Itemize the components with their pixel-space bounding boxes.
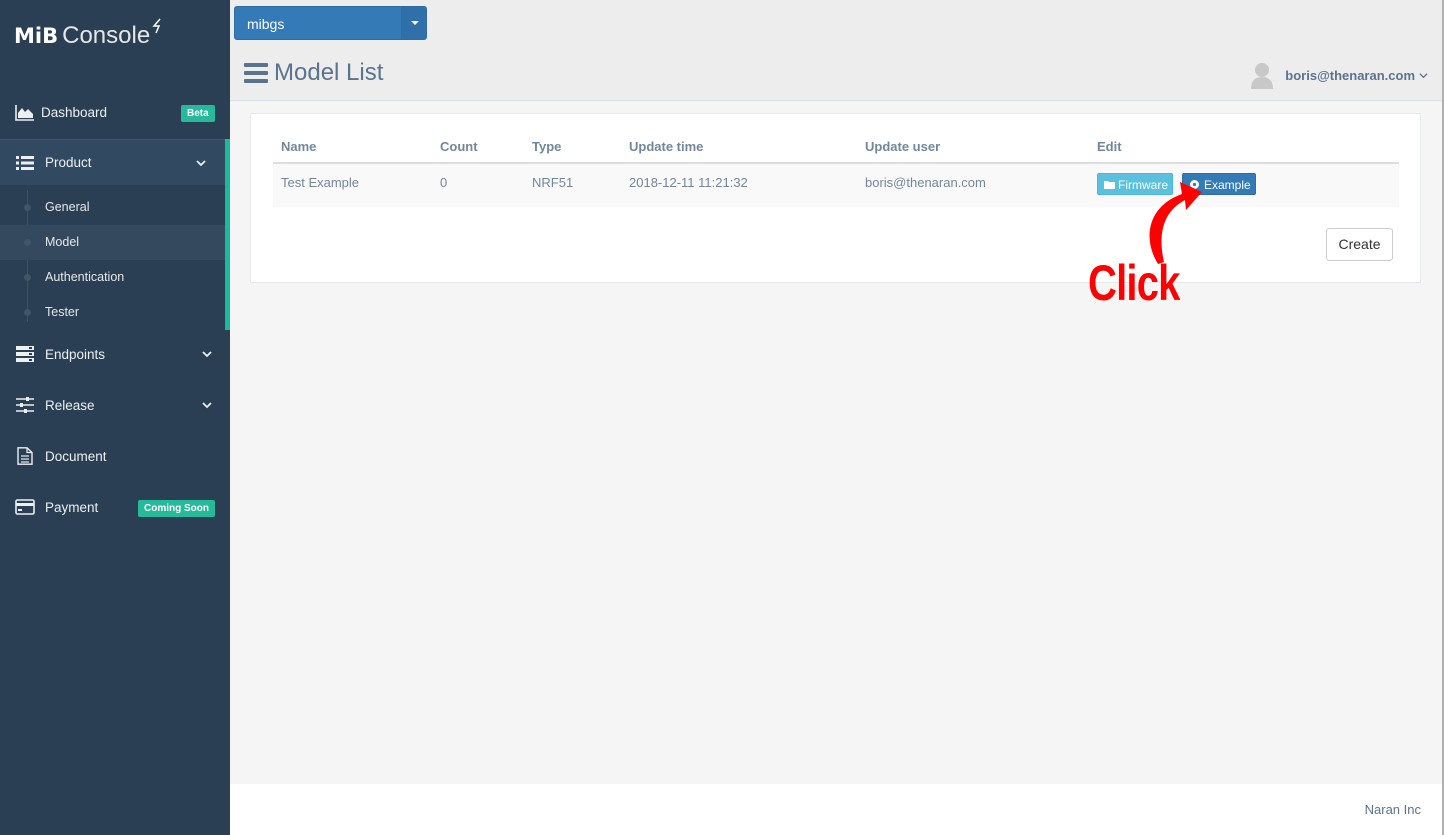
- page-title: Model List: [274, 59, 384, 86]
- list-icon: [16, 155, 34, 170]
- sidebar: MiB Console Dashboard Beta Product Gener…: [0, 0, 230, 835]
- active-section-indicator: [225, 139, 230, 330]
- cell-name: Test Example: [281, 175, 360, 190]
- column-header: Count: [440, 139, 478, 154]
- sidebar-subitem-tester[interactable]: Tester: [0, 295, 225, 330]
- footer: Naran Inc: [230, 784, 1444, 835]
- subitem-label: Authentication: [45, 270, 125, 284]
- credit-card-icon: [15, 499, 35, 515]
- table-row: Test Example 0 NRF51 2018-12-11 11:21:32…: [273, 164, 1399, 207]
- sliders-icon: [16, 397, 34, 413]
- project-select-value: mibgs: [247, 16, 285, 32]
- area-chart-icon: [15, 105, 34, 121]
- app-logo[interactable]: MiB Console: [14, 18, 165, 54]
- chevron-down-icon: [196, 159, 206, 166]
- cell-update-time: 2018-12-11 11:21:32: [629, 175, 748, 190]
- user-email: boris@thenaran.com: [1285, 67, 1415, 83]
- cell-type: NRF51: [532, 175, 574, 190]
- top-bar: mibgs Model List boris@thenaran.com: [230, 0, 1444, 101]
- chevron-down-icon: [202, 402, 212, 409]
- sidebar-item-document[interactable]: Document: [0, 438, 230, 474]
- bullet-dot: [24, 239, 31, 246]
- annotation-click-text: Click: [1088, 255, 1180, 311]
- bullet-dot: [24, 309, 31, 316]
- sidebar-subitem-authentication[interactable]: Authentication: [0, 260, 225, 295]
- bolt-icon: [152, 18, 161, 34]
- sidebar-subitem-model[interactable]: Model: [0, 225, 225, 260]
- sidebar-item-label: Release: [45, 397, 95, 413]
- example-button-label: Example: [1204, 178, 1251, 192]
- document-icon: [17, 447, 33, 465]
- sidebar-subitem-general[interactable]: General: [0, 190, 225, 225]
- page-header: Model List: [244, 58, 383, 88]
- dropdown-toggle[interactable]: [401, 7, 426, 39]
- chevron-down-icon: [202, 351, 212, 358]
- caret-down-icon: [411, 21, 419, 25]
- subitem-label: General: [45, 200, 90, 214]
- column-header: Name: [281, 139, 317, 154]
- chevron-down-icon: [1419, 72, 1428, 78]
- cell-count: 0: [440, 175, 448, 190]
- user-menu[interactable]: boris@thenaran.com: [1249, 60, 1428, 90]
- model-table: Name Count Type Update time Update user …: [273, 134, 1399, 207]
- sidebar-item-endpoints[interactable]: Endpoints: [0, 336, 230, 372]
- sidebar-item-label: Dashboard: [41, 104, 108, 120]
- server-icon: [16, 346, 34, 362]
- bullet-dot: [24, 204, 31, 211]
- model-list-panel: Name Count Type Update time Update user …: [250, 113, 1421, 283]
- folder-icon: [1104, 181, 1115, 189]
- sidebar-item-label: Payment: [45, 499, 99, 515]
- menu-icon[interactable]: [244, 63, 268, 83]
- sidebar-item-release[interactable]: Release: [0, 387, 230, 423]
- bullet-dot: [24, 274, 31, 281]
- sidebar-item-payment[interactable]: Payment Coming Soon: [0, 489, 230, 525]
- sidebar-item-label: Document: [45, 448, 107, 464]
- create-button[interactable]: Create: [1326, 228, 1393, 261]
- column-header: Update user: [865, 139, 941, 154]
- subitem-label: Tester: [45, 305, 80, 319]
- logo-console: Console: [62, 22, 151, 49]
- table-header: Name Count Type Update time Update user …: [273, 134, 1399, 164]
- sidebar-item-dashboard[interactable]: Dashboard Beta: [0, 92, 230, 132]
- sidebar-item-product[interactable]: Product: [0, 139, 230, 185]
- sidebar-item-label: Endpoints: [45, 346, 106, 362]
- column-header: Edit: [1097, 139, 1122, 154]
- project-select[interactable]: mibgs: [234, 6, 427, 40]
- subitem-label: Model: [45, 235, 80, 249]
- beta-badge: Beta: [181, 105, 215, 122]
- avatar: [1251, 63, 1274, 89]
- footer-text: Naran Inc: [1364, 802, 1421, 817]
- sidebar-item-label: Product: [45, 155, 92, 170]
- cell-update-user: boris@thenaran.com: [865, 175, 986, 190]
- column-header: Update time: [629, 139, 704, 154]
- logo-mib: MiB: [14, 24, 59, 48]
- column-header: Type: [532, 139, 562, 154]
- coming-soon-badge: Coming Soon: [138, 500, 215, 517]
